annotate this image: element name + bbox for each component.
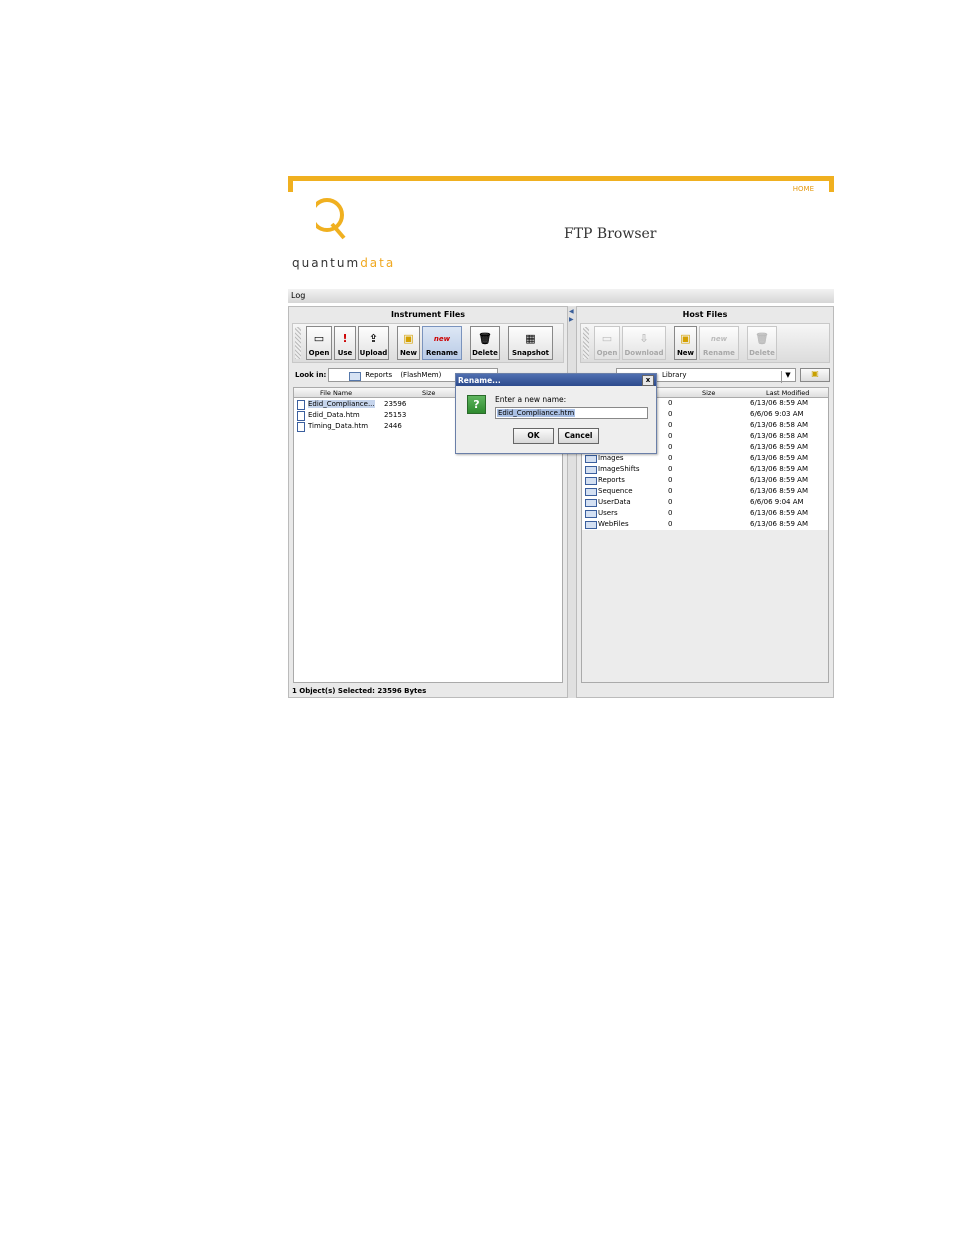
file-icon bbox=[297, 400, 305, 410]
new-name-input[interactable]: Edid_Compliance.htm bbox=[495, 407, 648, 419]
top-accent-bar bbox=[288, 176, 834, 181]
table-row[interactable]: Users 0 6/13/06 8:59 AM bbox=[582, 508, 828, 519]
up-folder-icon: ▣ bbox=[811, 369, 819, 378]
upload-icon: ⇪ bbox=[368, 332, 379, 345]
new-folder-icon: ▣ bbox=[403, 332, 414, 345]
file-icon bbox=[297, 422, 305, 432]
snapshot-button[interactable]: ▦ Snapshot bbox=[508, 326, 553, 360]
cancel-button[interactable]: Cancel bbox=[558, 428, 599, 444]
host-new-button[interactable]: ▣ New bbox=[674, 326, 697, 360]
folder-icon bbox=[585, 477, 597, 485]
accent-corner-right bbox=[829, 176, 834, 192]
exclamation-icon: ! bbox=[342, 332, 348, 345]
table-row[interactable]: Images 0 6/13/06 8:59 AM bbox=[582, 453, 828, 464]
instrument-files-pane: Instrument Files ▭ Open ! Use ⇪ Upload ▣… bbox=[288, 306, 568, 698]
host-open-button[interactable]: ▭ Open bbox=[594, 326, 620, 360]
open-button[interactable]: ▭ Open bbox=[306, 326, 332, 360]
use-button[interactable]: ! Use bbox=[334, 326, 356, 360]
rename-dialog: Rename... x ? Enter a new name: Edid_Com… bbox=[455, 373, 657, 454]
folder-icon bbox=[585, 510, 597, 518]
folder-icon bbox=[585, 521, 597, 529]
question-icon: ? bbox=[467, 395, 486, 414]
folder-icon bbox=[585, 499, 597, 507]
folder-icon bbox=[349, 372, 361, 381]
toolbar-grip[interactable] bbox=[583, 327, 589, 359]
quantumdata-logo-icon bbox=[308, 196, 346, 240]
table-row[interactable]: WebFiles 0 6/13/06 8:59 AM bbox=[582, 519, 828, 530]
look-in-label: Look in: bbox=[295, 371, 327, 379]
upload-button[interactable]: ⇪ Upload bbox=[358, 326, 389, 360]
column-size[interactable]: Size bbox=[702, 389, 715, 397]
new-folder-icon: ▣ bbox=[680, 332, 691, 345]
table-row[interactable]: UserData 0 6/6/06 9:04 AM bbox=[582, 497, 828, 508]
open-folder-icon: ▭ bbox=[313, 332, 325, 345]
ok-button[interactable]: OK bbox=[513, 428, 554, 444]
collapse-right-icon[interactable]: ▶ bbox=[569, 316, 574, 323]
up-folder-button[interactable]: ▣ bbox=[800, 368, 830, 382]
rename-button[interactable]: new Rename bbox=[422, 326, 462, 360]
host-rename-button[interactable]: new Rename bbox=[699, 326, 739, 360]
open-folder-icon: ▭ bbox=[601, 332, 613, 345]
home-link[interactable]: HOME bbox=[793, 185, 814, 193]
rename-icon: new bbox=[710, 335, 728, 343]
collapse-left-icon[interactable]: ◀ bbox=[569, 308, 574, 315]
instrument-toolbar: ▭ Open ! Use ⇪ Upload ▣ New new Rename 🗑 bbox=[292, 323, 564, 363]
download-icon: ⇩ bbox=[639, 332, 649, 345]
toolbar-grip[interactable] bbox=[295, 327, 301, 359]
dialog-title-bar[interactable]: Rename... x bbox=[456, 374, 656, 386]
trash-icon: 🗑 bbox=[755, 332, 769, 345]
log-label: Log bbox=[291, 291, 306, 300]
download-button[interactable]: ⇩ Download bbox=[622, 326, 666, 360]
host-toolbar: ▭ Open ⇩ Download ▣ New new Rename 🗑 Del… bbox=[580, 323, 830, 363]
table-row[interactable]: ImageShifts 0 6/13/06 8:59 AM bbox=[582, 464, 828, 475]
split-divider[interactable]: ◀ ▶ bbox=[568, 306, 576, 698]
status-bar: 1 Object(s) Selected: 23596 Bytes bbox=[292, 687, 427, 695]
table-row[interactable]: Reports 0 6/13/06 8:59 AM bbox=[582, 475, 828, 486]
file-icon bbox=[297, 411, 305, 421]
rename-icon: new bbox=[433, 335, 451, 343]
delete-button[interactable]: 🗑 Delete bbox=[470, 326, 500, 360]
host-files-pane: Host Files ▭ Open ⇩ Download ▣ New new R… bbox=[576, 306, 834, 698]
close-icon[interactable]: x bbox=[642, 375, 654, 386]
folder-icon bbox=[585, 488, 597, 496]
column-last-modified[interactable]: Last Modified bbox=[766, 389, 809, 397]
column-size[interactable]: Size bbox=[422, 389, 435, 397]
logo-wordmark: quantumdata bbox=[292, 256, 396, 270]
trash-icon: 🗑 bbox=[478, 332, 492, 345]
log-bar[interactable]: Log bbox=[288, 289, 834, 303]
snapshot-icon: ▦ bbox=[525, 332, 536, 345]
dialog-prompt: Enter a new name: bbox=[495, 395, 567, 404]
host-delete-button[interactable]: 🗑 Delete bbox=[747, 326, 777, 360]
folder-icon bbox=[585, 455, 597, 463]
chevron-down-icon[interactable]: ▼ bbox=[781, 371, 794, 383]
dialog-title: Rename... bbox=[458, 376, 501, 385]
folder-icon bbox=[585, 466, 597, 474]
page-title: FTP Browser bbox=[564, 226, 657, 242]
new-button[interactable]: ▣ New bbox=[397, 326, 420, 360]
accent-corner-left bbox=[288, 176, 293, 192]
column-file-name[interactable]: File Name bbox=[320, 389, 352, 397]
instrument-files-title: Instrument Files bbox=[390, 310, 466, 319]
table-row[interactable]: Sequence 0 6/13/06 8:59 AM bbox=[582, 486, 828, 497]
host-files-title: Host Files bbox=[682, 310, 728, 319]
